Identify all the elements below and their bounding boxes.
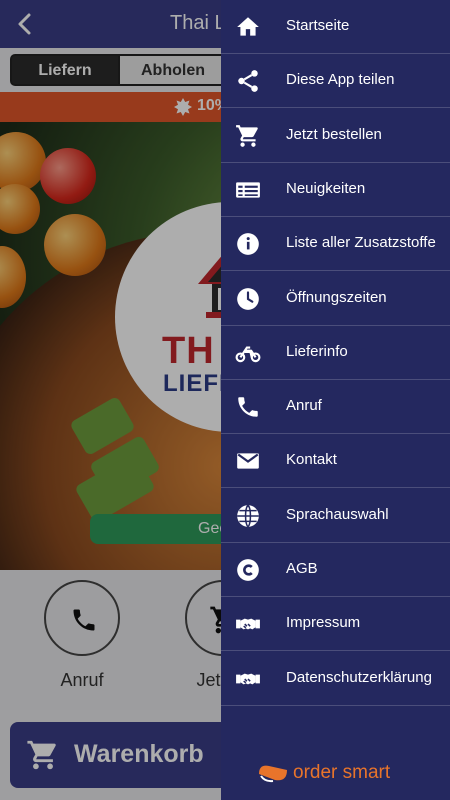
menu-item-label: Datenschutzerklärung — [286, 668, 432, 686]
brand-text: order smart — [293, 762, 391, 783]
menu-item-7[interactable]: Lieferinfo — [221, 326, 450, 380]
handshake-icon — [236, 618, 260, 630]
menu-item-8[interactable]: Anruf — [221, 380, 450, 435]
menu-item-label: Öffnungszeiten — [286, 288, 387, 306]
menu-item-12[interactable]: Impressum — [221, 597, 450, 652]
phone-icon — [238, 397, 258, 417]
menu-item-label: Impressum — [286, 614, 361, 632]
copyright-icon — [237, 559, 259, 581]
mail-icon — [237, 453, 259, 469]
menu-item-label: Jetzt bestellen — [286, 125, 382, 143]
menu-item-5[interactable]: Liste aller Zusatzstoffe — [221, 217, 450, 272]
globe-icon — [237, 504, 259, 528]
info-icon — [237, 233, 259, 256]
menu-item-3[interactable]: Jetzt bestellen — [221, 109, 450, 163]
menu-item-label: Anruf — [286, 397, 322, 415]
menu-item-label: Lieferinfo — [286, 342, 348, 360]
menu-item-label: Neuigkeiten — [286, 179, 366, 197]
menu-item-11[interactable]: AGB — [221, 543, 450, 597]
order-smart-mark-icon — [259, 765, 287, 783]
handshake-icon — [236, 673, 260, 685]
navigation-drawer: Startseite Diese App teilen Jetzt bestelle… — [221, 0, 450, 800]
cart-icon — [236, 124, 258, 147]
clock-icon — [237, 287, 259, 310]
menu-item-label: Liste aller Zusatzstoffe — [286, 234, 436, 252]
menu-item-label: AGB — [286, 560, 318, 577]
order-smart-logo: order smart — [257, 760, 417, 786]
menu-item-label: Kontakt — [286, 451, 337, 469]
menu-item-label: Startseite — [286, 17, 350, 34]
menu-item-13[interactable]: Datenschutzerklärung — [221, 652, 450, 706]
menu-item-9[interactable]: Kontakt — [221, 434, 450, 489]
menu-item-6[interactable]: Öffnungszeiten — [221, 272, 450, 326]
share-icon — [238, 70, 258, 93]
menu-item-label: Sprachauswahl — [286, 505, 389, 523]
menu-item-10[interactable]: Sprachauswahl — [221, 489, 450, 543]
news-icon — [236, 182, 260, 198]
motorbike-icon — [235, 346, 261, 363]
menu-item-label: Diese App teilen — [286, 71, 395, 89]
menu-item-1[interactable]: Startseite — [221, 0, 450, 54]
menu-item-2[interactable]: Diese App teilen — [221, 54, 450, 109]
home-icon — [237, 17, 259, 36]
menu-item-4[interactable]: Neuigkeiten — [221, 163, 450, 217]
